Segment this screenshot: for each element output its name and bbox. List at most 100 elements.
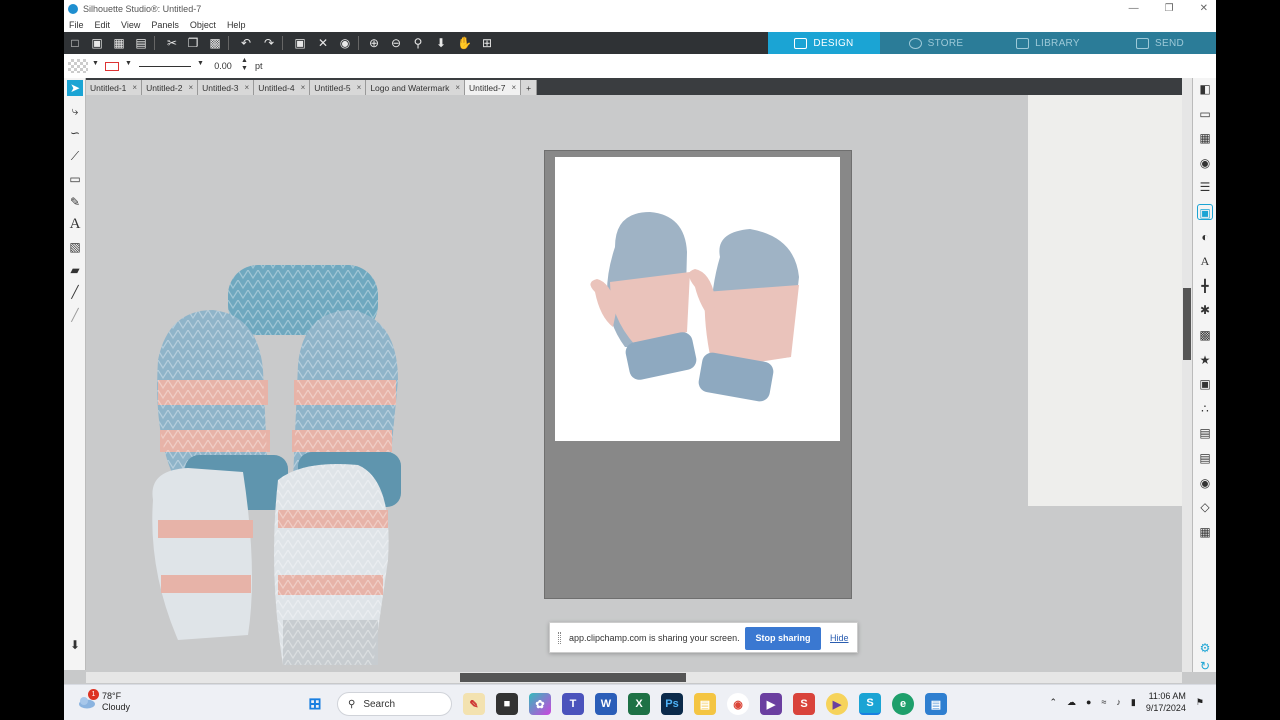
doc-tab-untitled-3[interactable]: Untitled-3 × [198, 80, 255, 95]
minimize-button[interactable]: — [1129, 0, 1139, 17]
align-icon[interactable]: ╋ [1197, 278, 1213, 294]
silhouette-s-icon[interactable]: S [793, 693, 815, 715]
text-tool-icon[interactable]: A [67, 216, 83, 232]
text-style-icon[interactable]: A [1197, 253, 1213, 269]
doc-tab-untitled-2[interactable]: Untitled-2 × [142, 80, 199, 95]
trace-icon[interactable]: ▣ [1197, 376, 1213, 392]
group-icon[interactable]: ▣ [293, 36, 307, 50]
tab-library[interactable]: LIBRARY [992, 32, 1104, 54]
notifications-bell-icon[interactable]: ⚑ [1196, 697, 1204, 708]
fill-bucket-icon[interactable]: ▧ [67, 239, 83, 255]
tab-store[interactable]: STORE [880, 32, 992, 54]
menu-panels[interactable]: Panels [151, 20, 179, 30]
stop-sharing-button[interactable]: Stop sharing [745, 627, 821, 650]
doc-tab-logo-watermark[interactable]: Logo and Watermark × [366, 80, 466, 95]
line-width-input[interactable]: 0.00 [210, 60, 236, 73]
contrast-icon[interactable]: ◐ [1197, 229, 1213, 245]
eyedropper-icon[interactable]: ╱ [67, 307, 83, 323]
mittens-pair-image[interactable] [555, 157, 840, 441]
close-tab-icon[interactable]: × [511, 83, 516, 92]
silhouette-studio-taskbar-icon[interactable]: S [859, 693, 881, 715]
line-style-preview[interactable] [139, 66, 191, 67]
menu-view[interactable]: View [121, 20, 140, 30]
knife-tool-icon[interactable]: ╱ [67, 284, 83, 300]
zoom-fit-icon[interactable]: ⚲ [411, 36, 425, 50]
wifi-icon[interactable]: ≈ [1101, 697, 1106, 707]
tray-overflow-icon[interactable]: ⌃ [1049, 697, 1057, 708]
menu-edit[interactable]: Edit [95, 20, 111, 30]
task-view-icon[interactable]: ■ [496, 693, 518, 715]
horizontal-scrollbar[interactable] [86, 672, 1182, 683]
doc-tab-untitled-1[interactable]: Untitled-1 × [86, 80, 143, 95]
fill-dropdown-icon[interactable]: ▼ [92, 60, 99, 67]
new-file-icon[interactable]: □ [68, 36, 82, 50]
tab-design[interactable]: DESIGN [768, 32, 880, 54]
close-button[interactable]: ✕ [1200, 0, 1208, 17]
select-tool-icon[interactable]: ➤ [67, 80, 83, 96]
settings-gear-icon[interactable]: ⚙ [1197, 640, 1213, 656]
line-style-dropdown-icon[interactable]: ▼ [197, 60, 204, 67]
add-tab-button[interactable]: + [521, 80, 538, 95]
line-tool-icon[interactable]: ⟋ [67, 148, 83, 164]
page-setup-icon[interactable]: ◧ [1197, 81, 1213, 97]
line-color-swatch[interactable] [105, 62, 119, 71]
chrome-icon[interactable]: ◉ [727, 693, 749, 715]
star-offset-icon[interactable]: ★ [1197, 352, 1213, 368]
fill-color-icon[interactable]: ◉ [1197, 155, 1213, 171]
sketch-icon[interactable]: ◉ [1197, 475, 1213, 491]
fit-page-icon[interactable]: ⊞ [480, 36, 494, 50]
microphone-icon[interactable]: ● [1086, 697, 1091, 707]
open-folder-icon[interactable]: ▣ [90, 36, 104, 50]
point-edit-icon[interactable]: ⤷ [67, 103, 83, 119]
map-icon[interactable]: ▦ [1197, 524, 1213, 540]
fill-color-swatch[interactable] [68, 59, 88, 73]
drag-handle-icon[interactable] [558, 632, 561, 644]
volume-icon[interactable]: ♪ [1116, 697, 1121, 707]
close-tab-icon[interactable]: × [357, 83, 362, 92]
save-icon[interactable]: ▦ [112, 36, 126, 50]
copilot-icon[interactable]: ✿ [529, 693, 551, 715]
vertical-scrollbar[interactable] [1182, 78, 1192, 672]
remote-desktop-icon[interactable]: ▤ [925, 693, 947, 715]
zoom-out-icon[interactable]: ⊖ [389, 36, 403, 50]
doc-tab-untitled-4[interactable]: Untitled-4 × [254, 80, 311, 95]
onedrive-icon[interactable]: ☁ [1067, 697, 1076, 708]
rectangle-tool-icon[interactable]: ▭ [67, 171, 83, 187]
send-panel-icon[interactable]: ▭ [1197, 106, 1213, 122]
excel-icon[interactable]: X [628, 693, 650, 715]
hide-link[interactable]: Hide [830, 633, 849, 643]
close-tab-icon[interactable]: × [301, 83, 306, 92]
media-app-icon[interactable]: ▶ [826, 693, 848, 715]
cut-icon[interactable]: ✂ [165, 36, 179, 50]
taskbar-search[interactable]: ⚲ Search [337, 692, 452, 716]
photoshop-icon[interactable]: Ps [661, 693, 683, 715]
redo-icon[interactable]: ↷ [262, 36, 276, 50]
pan-hand-icon[interactable]: ✋ [457, 36, 472, 50]
doc-tab-untitled-5[interactable]: Untitled-5 × [310, 80, 367, 95]
tab-send[interactable]: SEND [1104, 32, 1216, 54]
print-icon[interactable]: ▤ [134, 36, 148, 50]
close-tab-icon[interactable]: × [188, 83, 193, 92]
dots-icon[interactable]: ∴ [1197, 401, 1213, 417]
move-down-icon[interactable]: ⬇ [434, 36, 448, 50]
word-icon[interactable]: W [595, 693, 617, 715]
paste-icon[interactable]: ▩ [208, 36, 222, 50]
select-all-icon[interactable]: ◉ [338, 36, 352, 50]
close-tab-icon[interactable]: × [132, 83, 137, 92]
menu-file[interactable]: File [69, 20, 84, 30]
vertical-scroll-thumb[interactable] [1183, 288, 1191, 360]
eraser-tool-icon[interactable]: ▰ [67, 262, 83, 278]
maximize-button[interactable]: ❐ [1165, 0, 1174, 17]
undo-icon[interactable]: ↶ [239, 36, 253, 50]
line-color-dropdown-icon[interactable]: ▼ [125, 60, 132, 67]
curve-tool-icon[interactable]: ∽ [67, 125, 83, 141]
zoom-in-icon[interactable]: ⊕ [367, 36, 381, 50]
menu-help[interactable]: Help [227, 20, 246, 30]
close-tab-icon[interactable]: × [455, 83, 460, 92]
replicate-icon[interactable]: ✱ [1197, 302, 1213, 318]
close-tab-icon[interactable]: × [245, 83, 250, 92]
warp-icon[interactable]: ◇ [1197, 499, 1213, 515]
line-width-stepper-icon[interactable]: ▲ ▼ [241, 57, 248, 73]
library-panel-icon[interactable]: ⬇ [67, 637, 83, 653]
pixscan-icon[interactable]: ▦ [1197, 130, 1213, 146]
